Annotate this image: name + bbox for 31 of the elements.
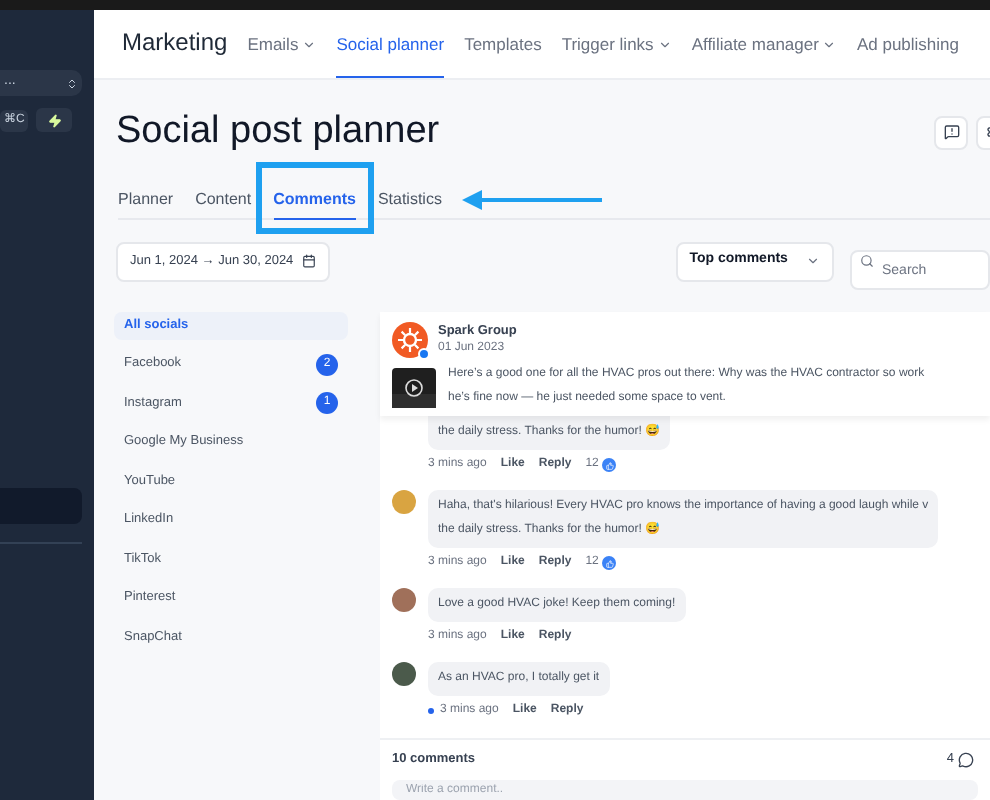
tab[interactable]: Statistics (377, 181, 442, 219)
chevron-icon (806, 254, 820, 268)
tab[interactable]: Comments (273, 181, 356, 219)
calendar-icon (301, 254, 316, 268)
like-icon (602, 556, 617, 571)
chevron-icon (822, 38, 837, 53)
page-title: Social post planner (116, 108, 440, 156)
comment-icon (958, 752, 974, 769)
nav-tab[interactable]: Ad publishing (856, 32, 959, 78)
feedback-icon (943, 124, 959, 141)
nav-tab[interactable]: Trigger links (561, 32, 672, 78)
nav-tab[interactable]: Social planner (336, 32, 445, 78)
like-icon (602, 458, 617, 473)
tab[interactable]: Content (195, 181, 252, 219)
lightning-icon (47, 113, 62, 127)
feedback-button[interactable] (934, 115, 968, 150)
search-icon (860, 254, 874, 268)
nav-title: Marketing (122, 26, 228, 60)
nav-tab[interactable]: Emails (247, 32, 317, 78)
nav-tab[interactable]: Templates (464, 32, 542, 78)
nav-tab[interactable]: Affiliate manager (691, 32, 837, 78)
avatar (392, 588, 416, 613)
chevron-icon (302, 38, 317, 53)
avatar (392, 490, 416, 515)
lightning-button[interactable] (36, 108, 73, 132)
tab[interactable]: Planner (118, 181, 174, 219)
sun-logo (392, 321, 428, 358)
avatar (392, 662, 416, 687)
video-thumbnail (392, 367, 436, 408)
chevron-icon (657, 38, 672, 53)
pointer-arrow (462, 189, 602, 209)
